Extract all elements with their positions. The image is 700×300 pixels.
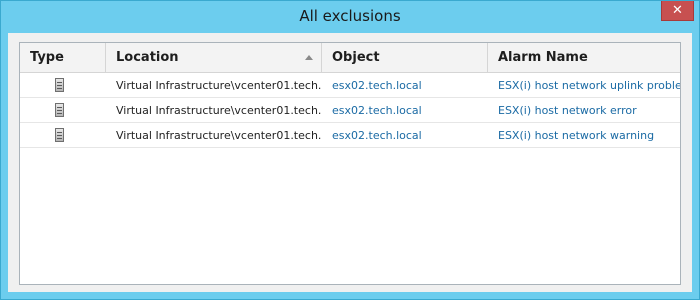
window-title: All exclusions	[299, 7, 401, 25]
title-bar[interactable]: All exclusions ✕	[1, 1, 699, 33]
column-header-location-label: Location	[116, 50, 179, 65]
type-cell	[20, 73, 106, 98]
object-link[interactable]: esx02.tech.local	[322, 73, 488, 98]
table-header: Type Location Object Alarm Name	[20, 43, 680, 73]
object-link[interactable]: esx02.tech.local	[322, 123, 488, 148]
close-icon: ✕	[672, 3, 683, 18]
exclusions-table: Type Location Object Alarm Name Virtual …	[19, 42, 681, 285]
server-icon	[55, 103, 64, 117]
location-cell: Virtual Infrastructure\vcenter01.tech.l.…	[116, 104, 322, 117]
alarm-name-link[interactable]: ESX(i) host network error	[488, 98, 680, 123]
table-row[interactable]: Virtual Infrastructure\vcenter01.tech.l.…	[20, 123, 680, 148]
table-row[interactable]: Virtual Infrastructure\vcenter01.tech.l.…	[20, 98, 680, 123]
location-cell: Virtual Infrastructure\vcenter01.tech.l.…	[116, 129, 322, 142]
location-cell: Virtual Infrastructure\vcenter01.tech.l.…	[116, 79, 322, 92]
column-header-type[interactable]: Type	[20, 43, 106, 72]
column-header-object[interactable]: Object	[322, 43, 488, 72]
column-header-alarm-name[interactable]: Alarm Name	[488, 43, 680, 72]
alarm-name-link[interactable]: ESX(i) host network warning	[488, 123, 680, 148]
window-client-area: Type Location Object Alarm Name Virtual …	[8, 33, 692, 292]
server-icon	[55, 78, 64, 92]
type-cell	[20, 123, 106, 148]
exclusions-window: All exclusions ✕ Type Location Object Al…	[0, 0, 700, 300]
close-button[interactable]: ✕	[661, 1, 694, 21]
object-link[interactable]: esx02.tech.local	[322, 98, 488, 123]
type-cell	[20, 98, 106, 123]
server-icon	[55, 128, 64, 142]
column-header-location[interactable]: Location	[106, 43, 322, 72]
sort-ascending-icon	[305, 55, 313, 60]
alarm-name-link[interactable]: ESX(i) host network uplink problems	[488, 73, 680, 98]
table-row[interactable]: Virtual Infrastructure\vcenter01.tech.l.…	[20, 73, 680, 98]
